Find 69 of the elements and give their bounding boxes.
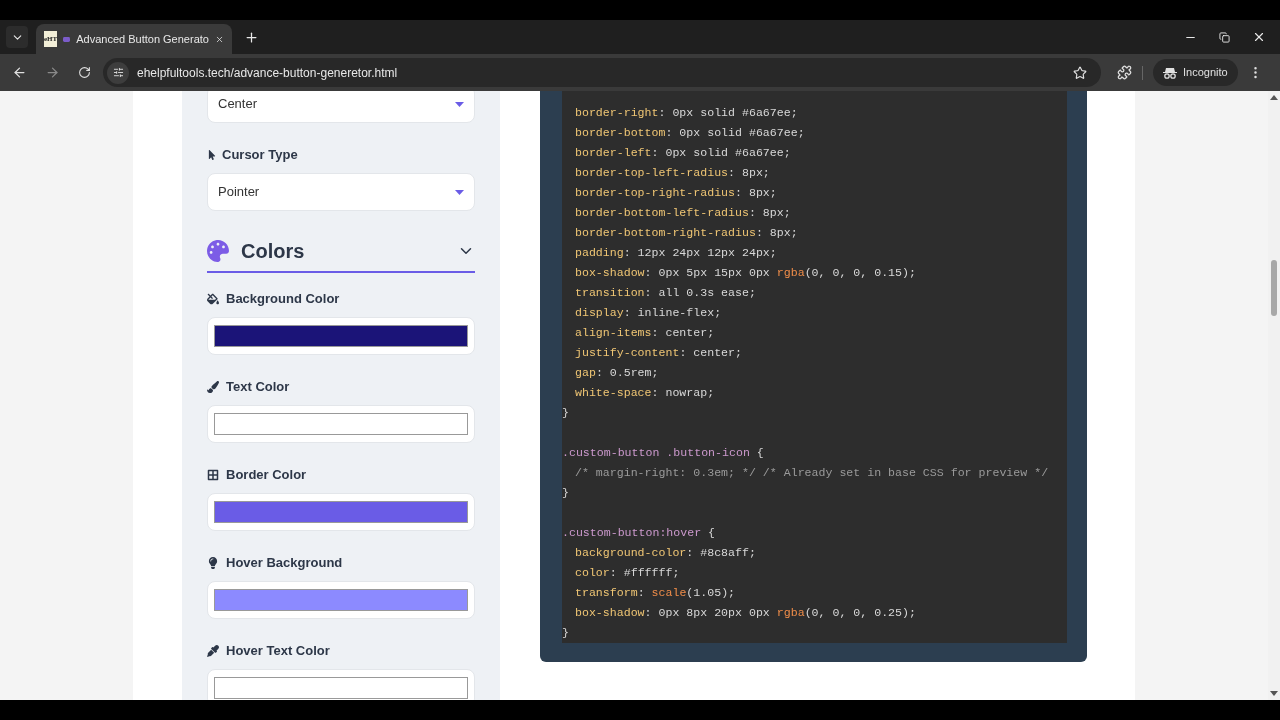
caret-icon <box>455 189 464 195</box>
code-line: .custom-button .button-icon { <box>562 445 765 461</box>
sliders-icon <box>112 67 124 78</box>
field-icon <box>207 293 219 305</box>
site-info-button[interactable] <box>107 61 129 84</box>
field-label: Border Color <box>226 466 307 485</box>
palette-icon <box>207 240 229 262</box>
code-line: justify-content: center; <box>574 345 743 361</box>
color-picker-field[interactable] <box>207 317 475 355</box>
cursor-type-select[interactable]: Pointer <box>207 173 475 211</box>
code-line: padding: 12px 24px 12px 24px; <box>574 245 778 261</box>
caret-icon <box>455 101 464 107</box>
tab-title: Advanced Button Generato <box>76 31 209 47</box>
code-line: border-bottom-left-radius: 8px; <box>574 205 792 221</box>
incognito-badge[interactable]: Incognito <box>1153 59 1238 86</box>
colors-section-header[interactable]: Colors <box>207 231 475 273</box>
extensions-icon[interactable] <box>1117 65 1132 80</box>
code-line: display: inline-flex; <box>574 305 723 321</box>
close-icon[interactable] <box>1252 30 1266 44</box>
tab-icon <box>63 35 71 43</box>
field-label: Text Color <box>226 378 290 397</box>
code-line: border-left: 0px solid #6a67ee; <box>574 145 792 161</box>
code-line: transform: scale(1.05); <box>574 585 737 601</box>
field-icon <box>207 381 219 393</box>
field-label: Hover Text Color <box>226 642 330 661</box>
field-icon <box>207 645 219 657</box>
code-line: border-top-left-radius: 8px; <box>574 165 771 181</box>
reload-icon[interactable] <box>78 66 91 79</box>
code-line: border-right: 0px solid #6a67ee; <box>574 105 799 121</box>
scroll-down-icon <box>1270 691 1278 696</box>
color-picker-field[interactable] <box>207 493 475 531</box>
field-label: Background Color <box>226 290 340 309</box>
field-icon <box>207 557 219 569</box>
code-line: box-shadow: 0px 5px 15px 0px rgba(0, 0, 0, 0.15); <box>574 265 917 281</box>
code-line: } <box>562 405 570 421</box>
code-line: border-bottom: 0px solid #6a67ee; <box>574 125 806 141</box>
code-line: border-top-right-radius: 8px; <box>574 185 778 201</box>
alignment-select[interactable]: Center <box>207 91 475 123</box>
new-tab-icon[interactable] <box>244 30 259 45</box>
restore-icon[interactable] <box>1219 31 1230 43</box>
scrollbar[interactable] <box>1268 91 1280 700</box>
code-line: border-bottom-right-radius: 8px; <box>574 225 799 241</box>
tab-list-button[interactable] <box>6 26 28 48</box>
scroll-up-icon <box>1270 95 1278 100</box>
address-bar[interactable]: ehelpfultools.tech/advance-button-generetor.html <box>103 58 1101 87</box>
color-picker-field[interactable] <box>207 669 475 700</box>
code-line: .custom-button:hover { <box>562 525 717 541</box>
back-icon[interactable] <box>12 65 27 80</box>
field-label: Hover Background <box>226 554 343 573</box>
url-text: ehelpfultools.tech/advance-button-generetor.html <box>137 64 399 82</box>
code-line: color: #ffffff; <box>574 565 681 581</box>
incognito-icon <box>1163 66 1177 79</box>
bookmark-star-icon[interactable] <box>1073 65 1087 80</box>
code-line: align-items: center; <box>574 325 716 341</box>
code-line: background-color: #8c8aff; <box>574 545 757 561</box>
code-line: } <box>562 485 570 501</box>
field-label: Cursor Type <box>222 146 298 165</box>
code-line: white-space: nowrap; <box>574 385 716 401</box>
color-picker-field[interactable] <box>207 405 475 443</box>
color-picker-field[interactable] <box>207 581 475 619</box>
field-icon <box>207 469 219 481</box>
code-line: gap: 0.5rem; <box>574 365 660 381</box>
cursor-icon <box>207 150 217 160</box>
code-line: box-shadow: 0px 8px 20px 0px rgba(0, 0, 0, 0.25); <box>574 605 917 621</box>
code-line: transition: all 0.3s ease; <box>574 285 757 301</box>
forward-icon[interactable] <box>45 65 60 80</box>
code-line: /* margin-right: 0.3em; */ /* Already set in base CSS for preview */ <box>574 465 1050 481</box>
scrollbar-thumb[interactable] <box>1271 260 1277 316</box>
code-line: } <box>562 625 570 641</box>
